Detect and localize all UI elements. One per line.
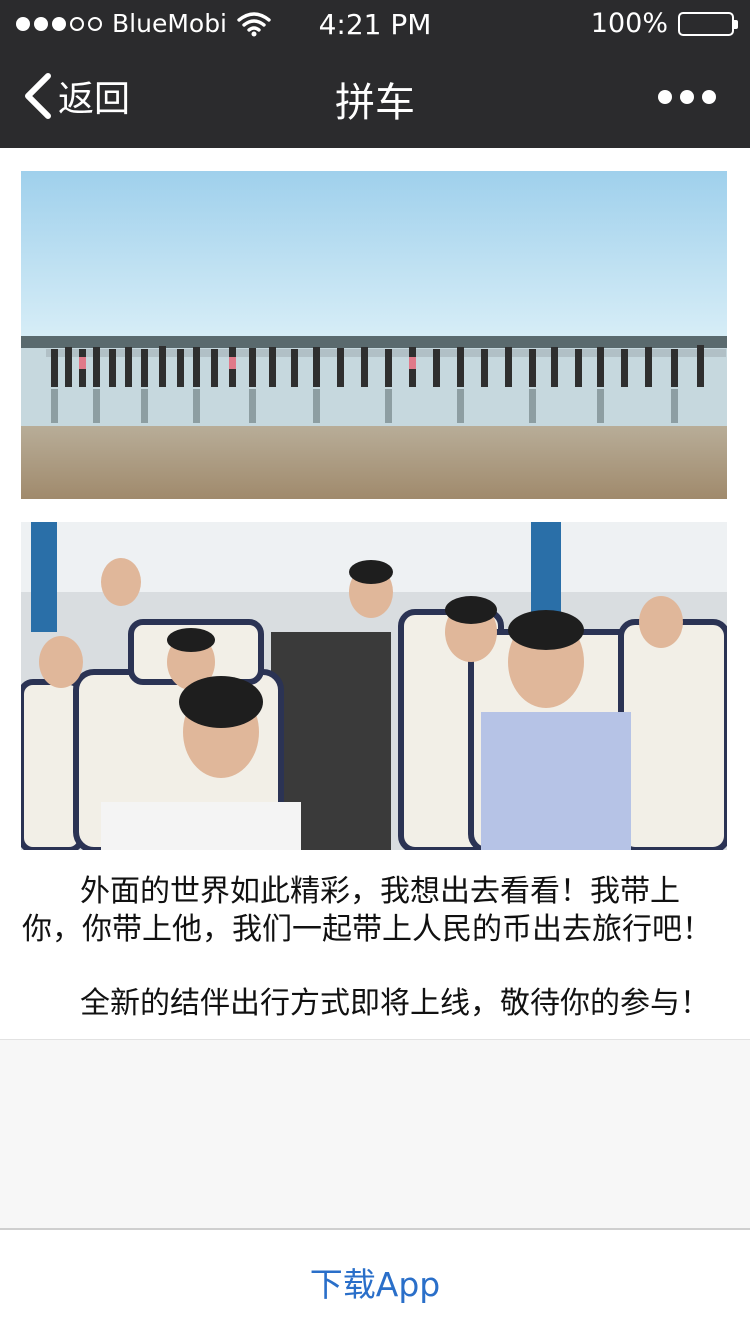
more-dot [658,90,672,104]
download-app-button[interactable]: 下载App [0,1228,750,1334]
more-dot [680,90,694,104]
back-label: 返回 [58,79,131,120]
bus-group-photo [21,522,727,850]
article-text: 外面的世界如此精彩，我想出去看看！我带上你，你带上他，我们一起带上人民的币出去旅… [22,873,728,1023]
battery-percent: 100% [590,8,668,39]
battery-icon [678,11,738,36]
content-area: 外面的世界如此精彩，我想出去看看！我带上你，你带上他，我们一起带上人民的币出去旅… [0,148,750,1040]
article-paragraph: 全新的结伴出行方式即将上线，敬待你的参与！ [80,986,710,1021]
beach-group-photo [21,171,727,499]
more-dots-icon[interactable] [658,90,716,104]
back-button[interactable]: 返回 [20,70,130,122]
chevron-left-icon [25,73,51,119]
more-dot [702,90,716,104]
article-paragraph: 外面的世界如此精彩，我想出去看看！我带上你，你带上他，我们一起带上人民的币出去旅… [22,874,712,947]
top-bar: BlueMobi 4:21 PM 100% 返回 拼车 [0,0,750,148]
status-right: 100% [590,8,738,39]
nav-bar: 返回 拼车 [0,46,750,148]
status-bar: BlueMobi 4:21 PM 100% [0,0,750,46]
